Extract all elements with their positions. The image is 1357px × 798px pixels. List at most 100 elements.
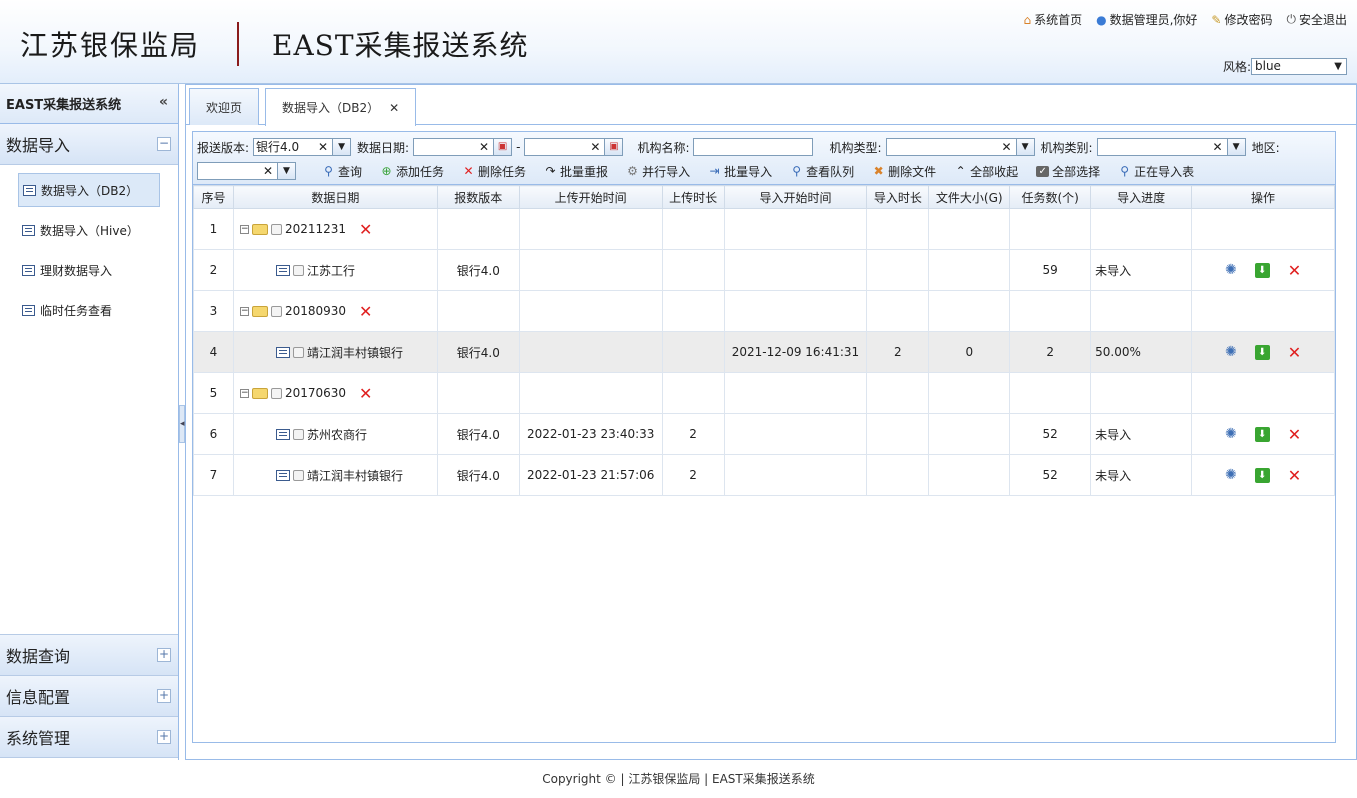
settings-gear-icon[interactable]: ✺ xyxy=(1225,426,1237,442)
collapse-all-button[interactable]: ⌃ 全部收起 xyxy=(954,163,1019,180)
tree-collapse-icon[interactable]: − xyxy=(239,388,249,398)
sidebar-item-hive-import[interactable]: 数据导入（Hive） xyxy=(18,213,160,247)
batch-resubmit-button[interactable]: ↷ 批量重报 xyxy=(544,163,609,180)
org-name-input[interactable] xyxy=(693,138,814,156)
table-row[interactable]: 1 − 20211231 ✕ xyxy=(193,208,1335,250)
column-header[interactable]: 报数版本 xyxy=(436,185,520,209)
column-header[interactable]: 操作 xyxy=(1191,185,1335,209)
delete-icon[interactable]: ✕ xyxy=(1288,261,1301,280)
date-start-field[interactable]: ✕ ▣ xyxy=(413,138,513,156)
settings-gear-icon[interactable]: ✺ xyxy=(1225,467,1237,483)
row-checkbox[interactable] xyxy=(292,346,304,358)
row-checkbox[interactable] xyxy=(292,469,304,481)
clear-icon[interactable]: ✕ xyxy=(1213,139,1223,155)
clear-icon[interactable]: ✕ xyxy=(479,139,489,155)
delete-icon[interactable]: ✕ xyxy=(1288,425,1301,444)
region-select[interactable]: ✕ ▼ xyxy=(197,162,296,180)
chevron-down-icon[interactable]: ▼ xyxy=(277,163,295,179)
date-label: 20180930 xyxy=(284,304,347,318)
column-header[interactable]: 导入时长 xyxy=(866,185,930,209)
chevron-down-icon[interactable]: ▼ xyxy=(332,139,351,155)
settings-gear-icon[interactable]: ✺ xyxy=(1225,344,1237,360)
expand-group-icon[interactable]: + xyxy=(157,689,171,703)
clear-icon[interactable]: ✕ xyxy=(318,139,328,155)
tree-collapse-icon[interactable]: − xyxy=(239,224,249,234)
clear-icon[interactable]: ✕ xyxy=(590,139,600,155)
sidebar-group-data-query[interactable]: 数据查询 + xyxy=(0,635,178,676)
sidebar-group-info-config[interactable]: 信息配置 + xyxy=(0,676,178,717)
calendar-icon[interactable]: ▣ xyxy=(604,139,623,155)
parallel-import-button[interactable]: ⚙ 并行导入 xyxy=(626,163,690,180)
calendar-icon[interactable]: ▣ xyxy=(493,139,512,155)
row-checkbox[interactable] xyxy=(270,305,282,317)
import-start-cell xyxy=(723,290,868,332)
select-all-button[interactable]: ✓ 全部选择 xyxy=(1036,163,1100,180)
table-row[interactable]: 7 靖江润丰村镇银行 银行4.0 2022-01-23 21:57:06 2 52 未导入… xyxy=(193,454,1335,496)
column-header[interactable]: 数据日期 xyxy=(232,185,438,209)
change-password-link[interactable]: ✎ 修改密码 xyxy=(1211,11,1272,28)
collapse-group-icon[interactable]: − xyxy=(157,137,171,151)
table-row[interactable]: 4 靖江润丰村镇银行 银行4.0 2021-12-09 16:41:31 2 0 2 50.… xyxy=(193,331,1335,373)
date-label: 数据日期: xyxy=(357,140,410,155)
add-task-button[interactable]: ⊕ 添加任务 xyxy=(380,163,444,180)
sidebar-item-db2-import[interactable]: 数据导入（DB2） xyxy=(18,173,160,207)
home-link[interactable]: ⌂ 系统首页 xyxy=(1023,11,1082,28)
row-checkbox[interactable] xyxy=(292,264,304,276)
clear-icon[interactable]: ✕ xyxy=(263,163,273,179)
view-queue-button[interactable]: ⚲ 查看队列 xyxy=(790,163,854,180)
column-header[interactable]: 上传开始时间 xyxy=(518,185,663,209)
sidebar-group-system-admin[interactable]: 系统管理 + xyxy=(0,717,178,758)
tree-collapse-icon[interactable]: − xyxy=(239,306,249,316)
chevron-down-icon[interactable]: ▼ xyxy=(1226,139,1245,155)
column-header[interactable]: 序号 xyxy=(193,185,234,209)
delete-task-button[interactable]: ✕ 删除任务 xyxy=(462,163,527,180)
column-header[interactable]: 任务数(个) xyxy=(1009,185,1092,209)
delete-icon[interactable]: ✕ xyxy=(1288,343,1301,362)
row-checkbox[interactable] xyxy=(270,223,282,235)
collapse-sidebar-icon[interactable]: « xyxy=(159,94,168,110)
close-tab-icon[interactable]: ✕ xyxy=(389,101,399,115)
logout-link[interactable]: ⏻ 安全退出 xyxy=(1286,11,1347,28)
user-link[interactable]: ● 数据管理员,你好 xyxy=(1096,11,1197,28)
delete-icon[interactable]: ✕ xyxy=(1288,466,1301,485)
expand-group-icon[interactable]: + xyxy=(157,648,171,662)
collapse-icon: ⌃ xyxy=(955,164,966,178)
download-icon[interactable]: ⬇ xyxy=(1254,426,1270,442)
tab-welcome[interactable]: 欢迎页 xyxy=(189,88,260,125)
delete-group-icon[interactable]: ✕ xyxy=(359,302,372,321)
column-header[interactable]: 导入开始时间 xyxy=(723,185,868,209)
style-select[interactable]: blue ▼ xyxy=(1251,58,1347,75)
version-select[interactable]: 银行4.0 ✕ ▼ xyxy=(253,138,352,156)
settings-gear-icon[interactable]: ✺ xyxy=(1225,262,1237,278)
column-header[interactable]: 文件大小(G) xyxy=(928,185,1011,209)
delete-file-button[interactable]: ✖ 删除文件 xyxy=(872,163,937,180)
batch-import-button[interactable]: ⇥ 批量导入 xyxy=(708,163,773,180)
sidebar-group-data-import[interactable]: 数据导入 − xyxy=(0,124,178,165)
tab-db2-import[interactable]: 数据导入（DB2） ✕ xyxy=(265,88,417,126)
download-icon[interactable]: ⬇ xyxy=(1254,344,1270,360)
org-type-select[interactable]: ✕ ▼ xyxy=(885,138,1035,156)
date-end-field[interactable]: ✕ ▣ xyxy=(524,138,624,156)
top-links: ⌂ 系统首页 ● 数据管理员,你好 ✎ 修改密码 ⏻ 安全退出 xyxy=(1023,11,1347,28)
delete-group-icon[interactable]: ✕ xyxy=(359,220,372,239)
column-header[interactable]: 导入进度 xyxy=(1090,185,1193,209)
expand-group-icon[interactable]: + xyxy=(157,730,171,744)
download-icon[interactable]: ⬇ xyxy=(1254,262,1270,278)
chevron-down-icon[interactable]: ▼ xyxy=(1015,139,1034,155)
footer: Copyright © | 江苏银保监局 | EAST采集报送系统 xyxy=(542,772,815,786)
sidebar-item-finance-import[interactable]: 理财数据导入 xyxy=(18,253,160,287)
clear-icon[interactable]: ✕ xyxy=(1001,139,1011,155)
column-header[interactable]: 上传时长 xyxy=(661,185,725,209)
importing-tables-button[interactable]: ⚲ 正在导入表 xyxy=(1118,163,1194,180)
org-category-select[interactable]: ✕ ▼ xyxy=(1096,138,1246,156)
download-icon[interactable]: ⬇ xyxy=(1254,467,1270,483)
sidebar-item-temp-tasks[interactable]: 临时任务查看 xyxy=(18,293,160,327)
table-row[interactable]: 2 江苏工行 银行4.0 59 未导入 ✺ ⬇ ✕ xyxy=(193,249,1335,291)
delete-group-icon[interactable]: ✕ xyxy=(359,384,372,403)
table-row[interactable]: 5 − 20170630 ✕ xyxy=(193,372,1335,414)
query-button[interactable]: ⚲ 查询 xyxy=(322,163,362,180)
table-row[interactable]: 6 苏州农商行 银行4.0 2022-01-23 23:40:33 2 52 未导入 ✺ … xyxy=(193,413,1335,455)
table-row[interactable]: 3 − 20180930 ✕ xyxy=(193,290,1335,332)
row-checkbox[interactable] xyxy=(270,387,282,399)
row-checkbox[interactable] xyxy=(292,428,304,440)
